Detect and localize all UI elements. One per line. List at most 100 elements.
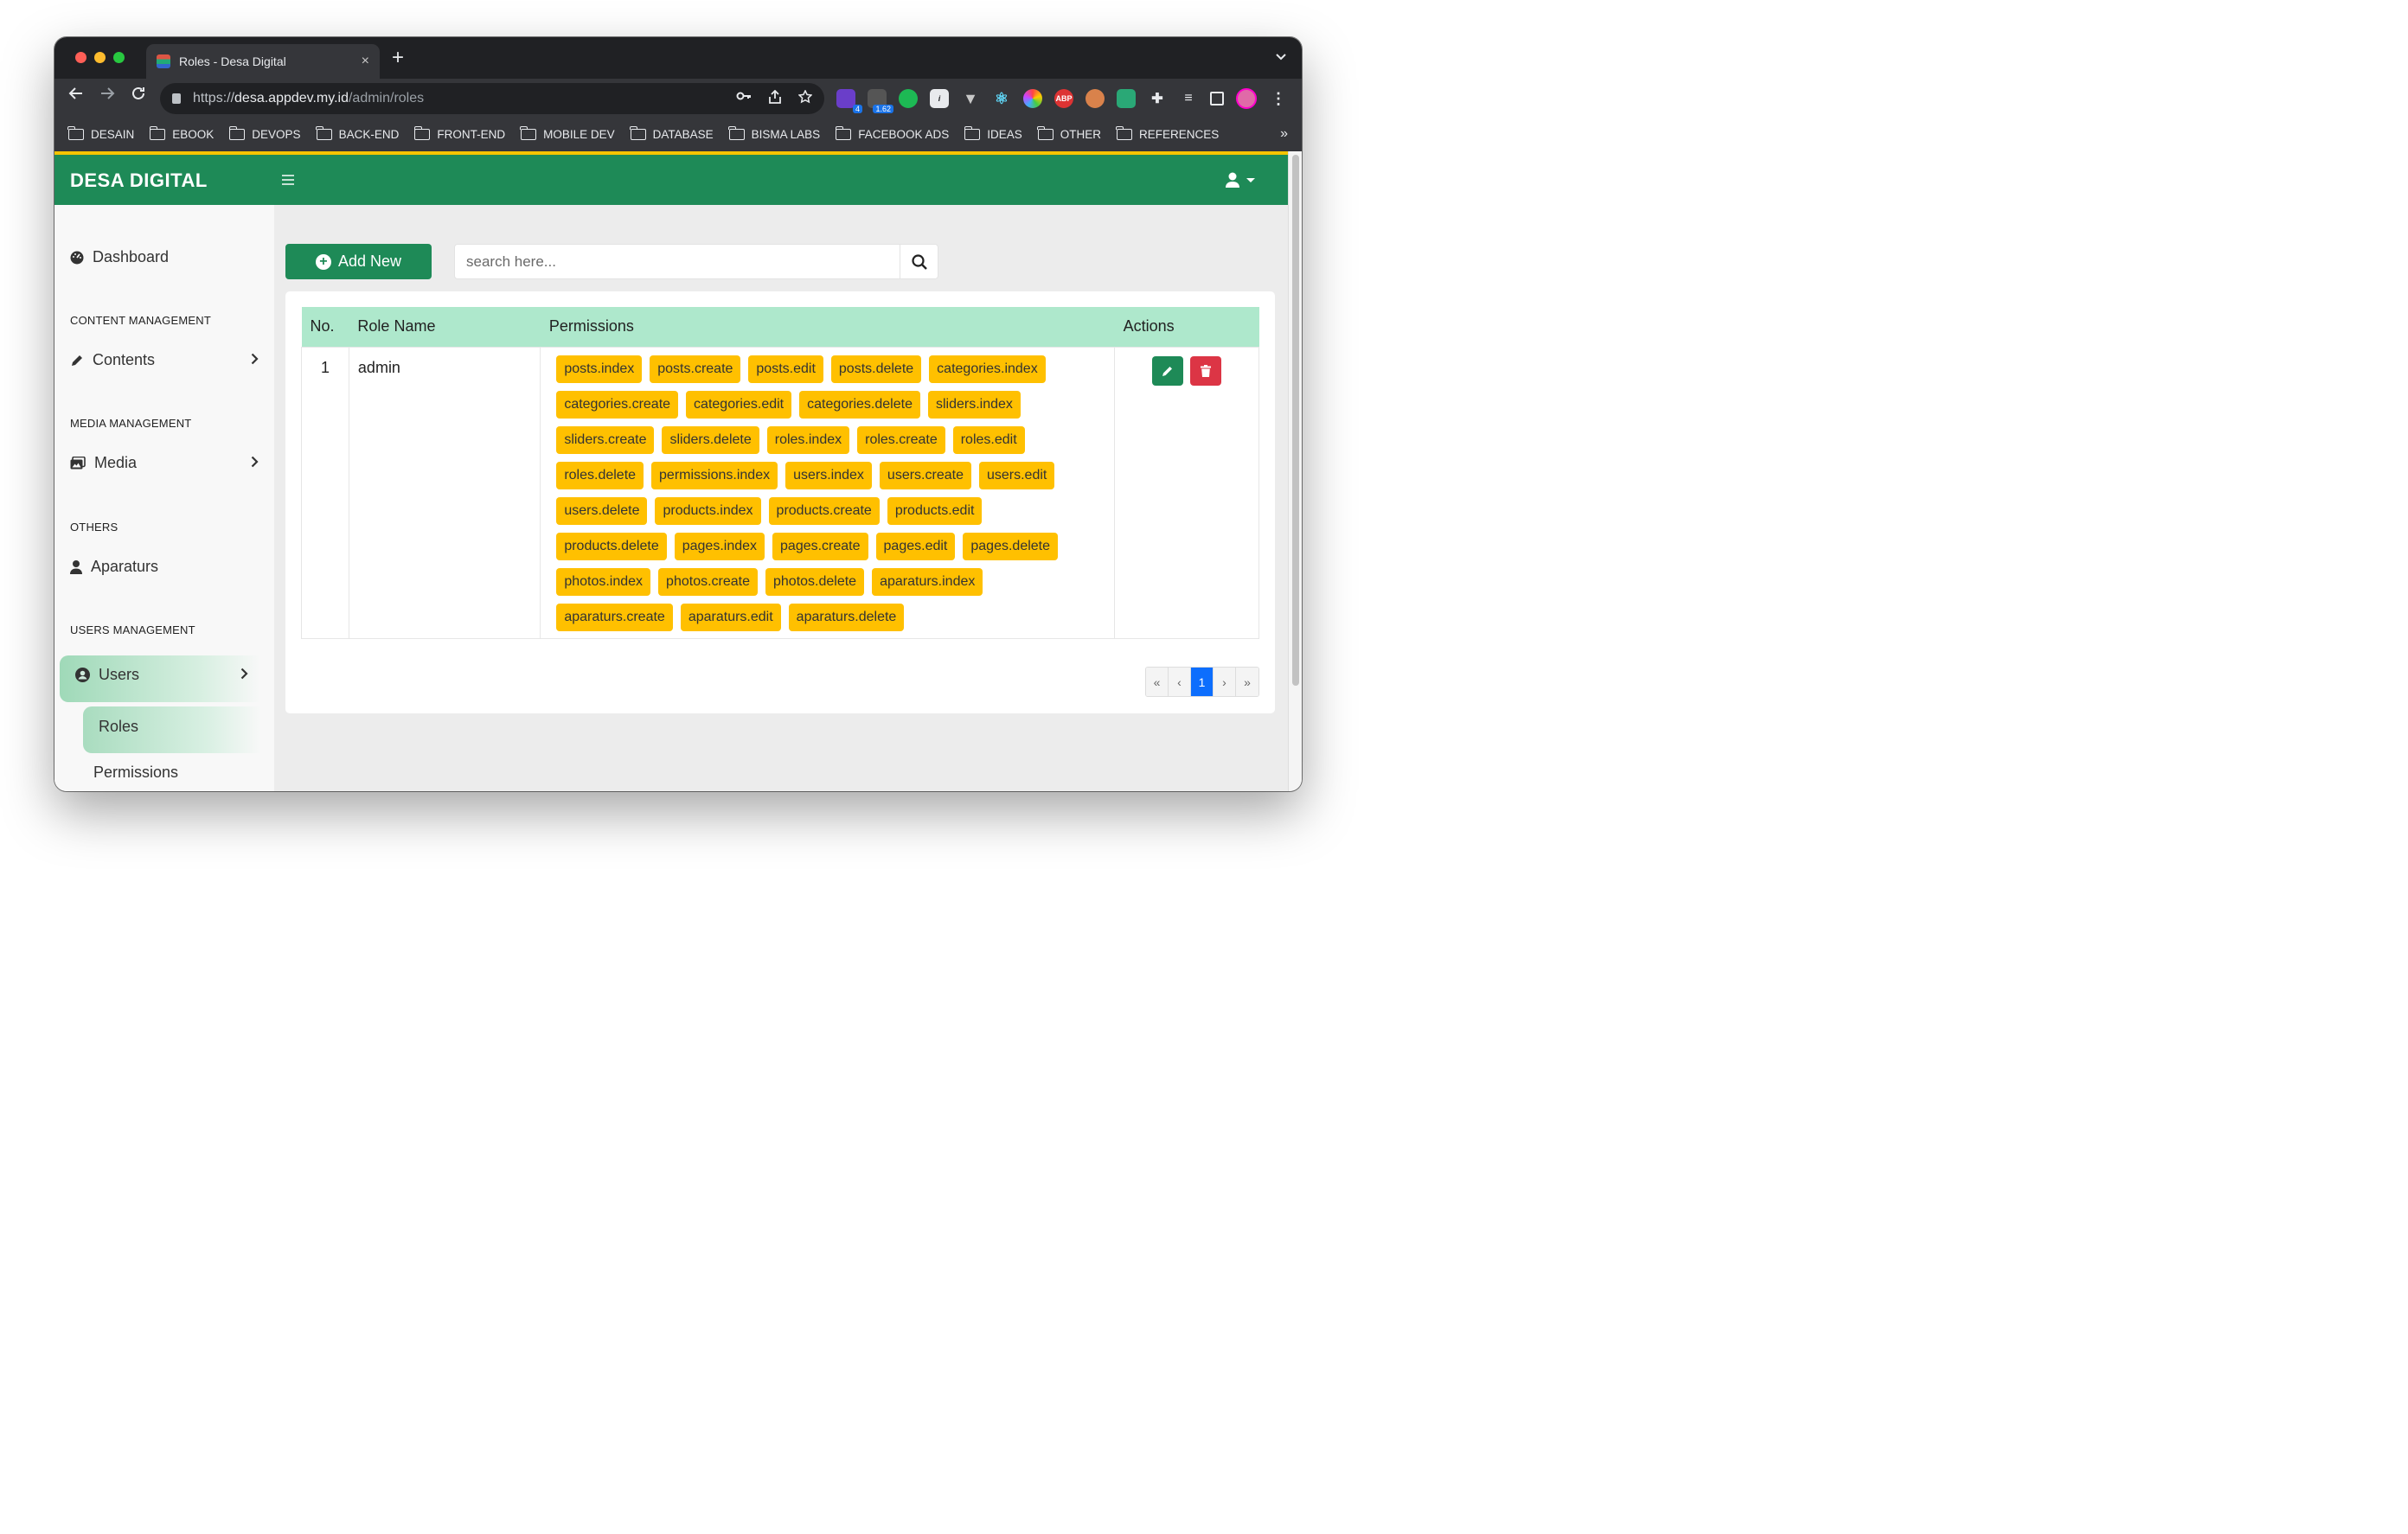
bookmark-folder[interactable]: DATABASE: [630, 125, 714, 141]
bookmark-folder[interactable]: MOBILE DEV: [520, 125, 615, 141]
bookmark-folder[interactable]: BACK-END: [315, 125, 399, 141]
address-bar[interactable]: https:// desa.appdev.my.id /admin/roles: [160, 83, 824, 114]
tab-bar: Roles - Desa Digital × +: [54, 37, 1302, 79]
cell-actions: [1114, 346, 1259, 639]
tab-search-chevron-icon[interactable]: [1276, 49, 1286, 63]
sidebar-subitem-roles-label[interactable]: Roles: [99, 718, 138, 736]
sidebar-item-contents[interactable]: Contents: [70, 351, 259, 369]
tab-roles[interactable]: Roles - Desa Digital ×: [146, 44, 380, 79]
search-button[interactable]: [900, 245, 938, 278]
extension-info-icon[interactable]: i: [930, 89, 949, 108]
sidebar-subitem-permissions[interactable]: Permissions: [93, 764, 178, 782]
chrome-menu-icon[interactable]: ⋮: [1269, 89, 1288, 108]
sidebar-item-dashboard[interactable]: Dashboard: [70, 248, 169, 266]
tab-close-icon[interactable]: ×: [362, 54, 369, 69]
header-role-name: Role Name: [357, 317, 436, 336]
section-heading-content: CONTENT MANAGEMENT: [70, 314, 211, 327]
permission-badge: photos.delete: [765, 567, 865, 596]
bookmarks-overflow-button[interactable]: »: [1280, 126, 1288, 142]
reading-list-icon[interactable]: ≡: [1179, 89, 1198, 108]
browser-toolbar: https:// desa.appdev.my.id /admin/roles …: [54, 79, 1302, 117]
pagination-prev[interactable]: ‹: [1169, 668, 1191, 696]
side-panel-icon[interactable]: [1210, 92, 1224, 105]
page-scrollbar[interactable]: [1288, 151, 1302, 791]
pagination-last[interactable]: »: [1236, 668, 1258, 696]
sidebar-item-users-label-row[interactable]: Users: [75, 666, 248, 684]
extension-chatgpt-icon[interactable]: [1117, 89, 1136, 108]
bookmark-folder[interactable]: DEVOPS: [228, 125, 301, 141]
zoom-window-button[interactable]: [113, 52, 125, 63]
person-icon: [70, 559, 82, 574]
dashboard-gauge-icon: [70, 251, 84, 264]
edit-button[interactable]: [1152, 355, 1184, 386]
pagination-first[interactable]: «: [1146, 668, 1169, 696]
extension-badge: 4: [852, 105, 862, 113]
permission-badge: posts.create: [650, 355, 741, 383]
pagination-page-current[interactable]: 1: [1191, 668, 1214, 696]
sidebar-item-label: Dashboard: [93, 248, 170, 265]
extension-2-icon[interactable]: 1.62: [868, 89, 893, 113]
trash-icon: [1201, 364, 1212, 377]
hamburger-menu-icon[interactable]: [282, 175, 294, 188]
lock-icon: [172, 93, 181, 104]
puzzle-extensions-icon[interactable]: ✚: [1148, 89, 1167, 108]
sidebar-item-media[interactable]: Media: [70, 454, 259, 472]
user-dropdown[interactable]: [1226, 172, 1255, 188]
url-host: desa.appdev.my.id: [234, 91, 349, 105]
bookmark-folder[interactable]: FRONT-END: [413, 125, 505, 141]
folder-icon: [228, 125, 246, 140]
extension-vue-icon[interactable]: ▼: [961, 89, 980, 108]
new-tab-button[interactable]: +: [392, 46, 404, 70]
add-new-button[interactable]: + Add New: [285, 244, 432, 279]
pagination-next[interactable]: ›: [1214, 668, 1236, 696]
permission-badge: pages.create: [772, 532, 868, 560]
forward-icon[interactable]: [99, 86, 115, 106]
chevron-right-icon: [251, 351, 259, 369]
delete-button[interactable]: [1190, 355, 1222, 386]
cookie-icon[interactable]: [1086, 89, 1105, 108]
permission-badge: roles.delete: [556, 461, 644, 489]
url-scheme: https://: [193, 91, 235, 105]
scrollbar-thumb[interactable]: [1292, 155, 1299, 686]
reload-icon[interactable]: [131, 86, 146, 106]
back-icon[interactable]: [68, 86, 84, 106]
bookmark-folder[interactable]: REFERENCES: [1116, 125, 1219, 141]
sidebar-item-label: Contents: [93, 351, 156, 368]
folder-icon: [149, 125, 166, 140]
section-heading-others: OTHERS: [70, 521, 118, 534]
close-window-button[interactable]: [75, 52, 86, 63]
extension-1-icon[interactable]: 4: [836, 89, 862, 113]
bookmark-folder[interactable]: IDEAS: [964, 125, 1022, 141]
share-icon[interactable]: [769, 89, 781, 107]
key-icon[interactable]: [736, 90, 752, 107]
color-picker-icon[interactable]: [1023, 89, 1042, 108]
section-heading-media: MEDIA MANAGEMENT: [70, 417, 192, 430]
bookmark-folder[interactable]: DESAIN: [67, 125, 134, 141]
section-heading-users: USERS MANAGEMENT: [70, 623, 195, 636]
folder-icon: [67, 125, 84, 140]
bookmark-folder[interactable]: OTHER: [1037, 125, 1101, 141]
bookmark-folder[interactable]: BISMA LABS: [728, 125, 820, 141]
search-group: [454, 244, 938, 279]
permission-badge: permissions.index: [651, 461, 778, 489]
profile-avatar[interactable]: [1236, 88, 1257, 109]
search-input[interactable]: [455, 245, 900, 278]
url-path: /admin/roles: [348, 91, 425, 105]
folder-icon: [728, 125, 745, 140]
search-icon: [911, 253, 927, 270]
react-devtools-icon[interactable]: ⚛: [992, 89, 1011, 108]
permission-badge: roles.edit: [952, 425, 1025, 454]
sidebar-item-aparaturs[interactable]: Aparaturs: [70, 558, 158, 576]
permission-badge: categories.delete: [799, 390, 920, 419]
tab-title: Roles - Desa Digital: [179, 54, 286, 68]
minimize-window-button[interactable]: [94, 52, 106, 63]
adblock-icon[interactable]: ABP: [1054, 89, 1073, 108]
permission-badge: users.index: [785, 461, 872, 489]
bookmark-folder[interactable]: FACEBOOK ADS: [835, 125, 949, 141]
web-page: DESA DIGITAL Dashboard CONTENT MANAGEMEN…: [54, 151, 1288, 791]
bookmark-star-icon[interactable]: [797, 89, 813, 107]
extension-green-icon[interactable]: [899, 89, 918, 108]
permission-badge: pages.index: [674, 532, 765, 560]
brand-logo-text[interactable]: DESA DIGITAL: [70, 169, 208, 192]
bookmark-folder[interactable]: EBOOK: [149, 125, 214, 141]
